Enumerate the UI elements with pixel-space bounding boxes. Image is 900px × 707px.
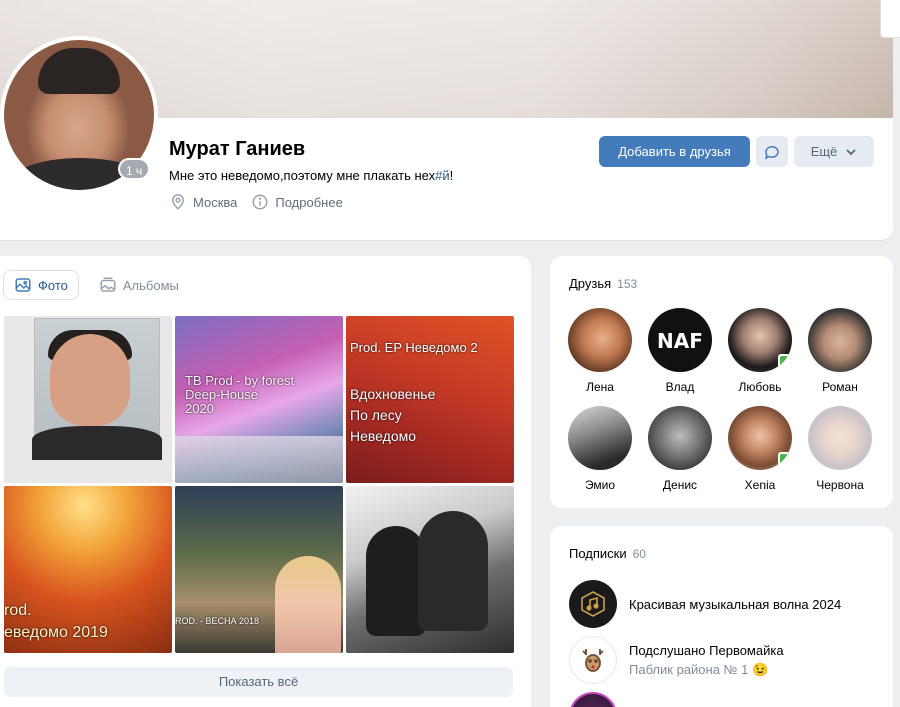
subscription-title: Подслушано Первомайка	[629, 642, 784, 658]
friend-avatar: NAF	[648, 308, 712, 372]
subscriptions-count: 60	[632, 547, 646, 561]
message-bubble-icon	[764, 145, 779, 159]
mobile-online-icon	[778, 354, 790, 370]
friend-avatar	[568, 308, 632, 372]
photo-tile[interactable]: rod. еведомо 2019	[4, 486, 172, 653]
message-button[interactable]	[756, 136, 788, 167]
photos-card: Фото Альбомы TB Prod - by forest Deep-Ho…	[0, 256, 531, 707]
friend-avatar	[808, 406, 872, 470]
friend-name: Влад	[665, 380, 695, 394]
friend-item[interactable]: Роман	[808, 308, 872, 394]
tab-albums[interactable]: Альбомы	[89, 270, 189, 300]
status-hashtag[interactable]: #й	[435, 168, 450, 183]
mobile-online-icon	[778, 452, 790, 468]
friends-title[interactable]: Друзья 153	[569, 276, 637, 291]
profile-page: Мурат Ганиев Мне это неведомо,поэтому мн…	[0, 0, 900, 707]
more-label: Ещё	[810, 144, 838, 159]
photo-caption: rod. еведомо 2019	[4, 602, 108, 641]
add-friend-button[interactable]: Добавить в друзья	[599, 136, 750, 167]
profile-name: Мурат Ганиев	[169, 138, 306, 160]
subscription-item[interactable]: Красивая музыкальная волна 2024	[569, 580, 841, 628]
tab-photos-label: Фото	[38, 277, 68, 293]
photo-tile[interactable]	[4, 316, 172, 483]
subscription-title: Красивая музыкальная волна 2024	[629, 596, 842, 612]
subscriptions-title[interactable]: Подписки 60	[569, 546, 646, 561]
details-label: Подробнее	[275, 194, 343, 210]
profile-status: Мне это неведомо,поэтому мне плакать нех…	[169, 168, 453, 183]
friend-name: Xenia	[744, 478, 776, 492]
friend-item[interactable]: Лена	[568, 308, 632, 394]
tab-photos[interactable]: Фото	[3, 270, 79, 300]
photo-tile[interactable]: ROD. - ВЕСНА 2018	[175, 486, 343, 653]
photo-tile[interactable]: TB Prod - by forest Deep-House 2020	[175, 316, 343, 483]
friend-name: Роман	[822, 380, 858, 394]
photo-tabs: Фото Альбомы	[3, 270, 189, 300]
scroll-corner	[880, 0, 900, 38]
community-avatar	[569, 692, 617, 707]
photo-caption: TB Prod - by forest Deep-House 2020	[185, 373, 295, 416]
chevron-down-icon	[846, 148, 856, 155]
friend-avatar	[648, 406, 712, 470]
more-button[interactable]: Ещё	[794, 136, 874, 167]
city-label: Москва	[193, 194, 238, 210]
info-icon	[252, 194, 268, 210]
details-item[interactable]: Подробнее	[251, 193, 343, 211]
subscriptions-title-label: Подписки	[569, 546, 627, 561]
friend-item[interactable]: Денис	[648, 406, 712, 492]
friend-name: Эмио	[584, 478, 616, 492]
music-crest-icon	[581, 591, 605, 617]
subscriptions-card: Подписки 60 Красивая музыкальная волна 20…	[550, 526, 893, 707]
friend-name: Денис	[662, 478, 698, 492]
location-pin-icon	[171, 194, 185, 210]
profile-meta: Москва Подробнее	[169, 193, 343, 211]
status-text: Мне это неведомо,поэтому мне плакать нех	[169, 168, 436, 183]
friends-title-label: Друзья	[569, 276, 612, 291]
online-badge: 1 ч	[118, 158, 151, 180]
friends-count: 153	[617, 277, 638, 291]
friend-item[interactable]: NAF Влад	[648, 308, 712, 394]
friend-item[interactable]: Эмио	[568, 406, 632, 492]
deer-icon	[582, 649, 604, 672]
city-item[interactable]: Москва	[169, 193, 237, 211]
friends-card: Друзья 153 Лена NAF Влад Любовь Роман Эм…	[550, 256, 893, 508]
friend-avatar	[728, 406, 792, 470]
friend-item[interactable]: Xenia	[728, 406, 792, 492]
friend-name: Лена	[586, 380, 614, 394]
photo-tile[interactable]	[346, 486, 514, 653]
naf-logo-icon: NAF	[657, 329, 703, 353]
tab-albums-label: Альбомы	[122, 277, 179, 293]
friend-avatar	[728, 308, 792, 372]
status-end: !	[449, 168, 454, 183]
svg-text:NAF: NAF	[657, 329, 703, 353]
photo-tile[interactable]: Prod. EP Неведомо 2 Вдохновенье По лесу …	[346, 316, 514, 483]
photo-caption: Вдохновенье По лесу Неведомо	[350, 386, 436, 444]
subscription-item[interactable]: Подслушано Первомайка Паблик района № 1 …	[569, 636, 784, 684]
friend-name: Любовь	[738, 380, 782, 394]
friend-avatar	[808, 308, 872, 372]
friend-name: Червона	[816, 478, 864, 492]
albums-icon	[100, 277, 116, 292]
community-avatar	[569, 580, 617, 628]
community-avatar	[569, 636, 617, 684]
friend-avatar	[568, 406, 632, 470]
subscription-subtitle: Паблик района № 1 😉	[629, 661, 769, 677]
subscription-item[interactable]	[569, 692, 617, 707]
friends-grid: Лена NAF Влад Любовь Роман Эмио Денис Xe…	[568, 308, 872, 492]
photo-grid: TB Prod - by forest Deep-House 2020 Prod…	[4, 316, 514, 653]
friend-item[interactable]: Любовь	[728, 308, 792, 394]
friend-item[interactable]: Червона	[808, 406, 872, 492]
photo-icon	[15, 278, 31, 292]
photo-caption: Prod. EP Неведомо 2	[350, 340, 478, 355]
show-all-button[interactable]: Показать всё	[4, 667, 513, 697]
photo-caption: ROD. - ВЕСНА 2018	[175, 616, 260, 626]
